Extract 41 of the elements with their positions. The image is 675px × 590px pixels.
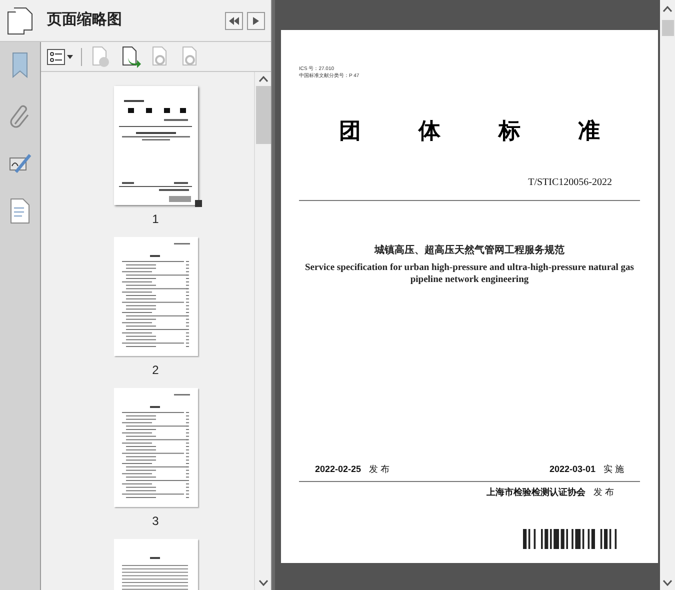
scrollbar-thumb[interactable] [256,86,270,144]
page-number: 3 [152,513,159,530]
signature-icon[interactable] [8,152,32,174]
right-arrow-icon [253,16,259,24]
scroll-up-icon[interactable] [258,76,268,82]
chinese-title: 城镇高压、超高压天然气管网工程服务规范 [374,243,564,258]
issue-date: 2022-02-25 [315,463,362,476]
double-left-arrow-icon [229,16,239,24]
page-number: 1 [152,211,159,228]
caret-icon [67,54,73,58]
scroll-down-icon[interactable] [663,580,672,586]
rotate-page-icon[interactable] [120,46,142,68]
page-thumbnail[interactable] [114,86,198,205]
scrollbar[interactable] [660,0,675,590]
heading-character: 团 [339,117,361,145]
publisher-label: 发 布 [593,486,614,498]
resize-handle[interactable] [194,200,202,207]
scrollbar-thumb[interactable] [662,20,674,36]
document-icon[interactable] [10,198,30,224]
page-number: 2 [152,362,159,379]
scrollbar[interactable] [254,72,271,590]
heading-character: 体 [418,117,441,145]
english-title: Service specification for urban high-pressure and ultra-high-pressure natural gas pipeline network engineering [304,262,635,286]
scroll-up-icon[interactable] [663,6,672,12]
scroll-down-icon[interactable] [258,580,268,586]
effective-label: 实 施 [603,463,624,476]
panel-title: 页面缩略图 [47,10,122,30]
issue-label: 发 布 [369,463,390,476]
standard-code: T/STIC120056-2022 [528,176,612,190]
options-button[interactable] [47,48,73,64]
expand-button[interactable] [247,12,265,30]
paperclip-icon[interactable] [9,102,31,128]
heading-character: 准 [578,117,600,145]
heading-character: 标 [498,117,520,145]
page-thumbnail[interactable] [114,237,198,356]
effective-date: 2022-03-01 [549,463,596,476]
publisher: 上海市检验检测认证协会 [486,486,586,498]
list-icon [47,48,65,64]
page-thumbnail[interactable] [114,388,198,507]
pages-icon[interactable] [6,6,34,36]
collapse-button[interactable] [225,12,243,30]
